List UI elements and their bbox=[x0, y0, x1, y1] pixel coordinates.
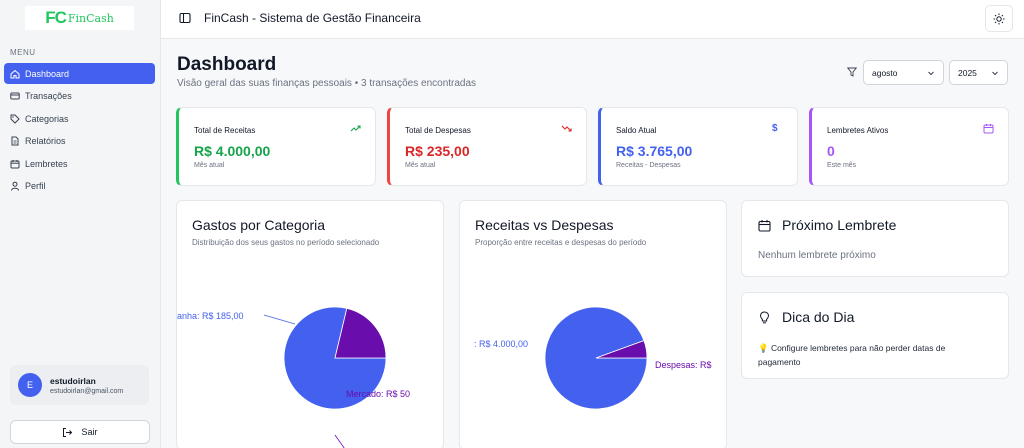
stat-subtitle: Mês atual bbox=[405, 162, 436, 169]
reminder-text: Nenhum lembrete próximo bbox=[758, 250, 876, 261]
tip-text: 💡 Configure lembretes para não perder da… bbox=[758, 343, 946, 367]
trending-up-icon bbox=[350, 125, 361, 132]
stat-card-despesas: Total de Despesas R$ 235,00 Mês atual bbox=[387, 107, 587, 186]
stat-title: Lembretes Ativos bbox=[827, 126, 889, 135]
income-expense-pie-chart: : R$ 4.000,00 Despesas: R$ bbox=[474, 306, 712, 410]
calendar-icon bbox=[758, 220, 771, 232]
card-title: Receitas vs Despesas bbox=[475, 217, 614, 233]
main-content: Dashboard Visão geral das suas finanças … bbox=[161, 39, 1024, 448]
pie-label-b: Despesas: R$ bbox=[655, 360, 712, 370]
filter-icon bbox=[847, 67, 857, 77]
pie-label-b: Mercado: R$ 50 bbox=[346, 389, 410, 399]
user-email: estudoirlan@gmail.com bbox=[50, 387, 124, 395]
sidebar-item-label: Categorias bbox=[25, 113, 69, 124]
sidebar-item-categorias[interactable]: Categorias bbox=[4, 108, 155, 129]
income-expense-chart-card: Receitas vs Despesas Proporção entre rec… bbox=[459, 200, 727, 448]
month-select-value: agosto bbox=[872, 67, 898, 78]
year-select[interactable]: 2025 bbox=[949, 60, 1008, 85]
theme-toggle-button[interactable] bbox=[985, 5, 1013, 32]
sidebar-nav: Dashboard Transações Categorias Relatóri… bbox=[4, 63, 155, 199]
stat-subtitle: Mês atual bbox=[194, 162, 225, 169]
user-name: estudoirlan bbox=[50, 375, 96, 386]
card-title: Gastos por Categoria bbox=[192, 217, 326, 233]
next-reminder-card: Próximo Lembrete Nenhum lembrete próximo bbox=[741, 200, 1009, 277]
card-subtitle: Proporção entre receitas e despesas do p… bbox=[475, 238, 647, 247]
chevron-down-icon bbox=[992, 71, 998, 75]
sidebar-item-perfil[interactable]: Perfil bbox=[4, 176, 155, 197]
stat-subtitle: Receitas - Despesas bbox=[616, 162, 681, 169]
stat-card-receitas: Total de Receitas R$ 4.000,00 Mês atual bbox=[176, 107, 376, 186]
user-icon bbox=[11, 182, 19, 192]
user-info: estudoirlan estudoirlan@gmail.com bbox=[50, 376, 123, 395]
top-header: FinCash - Sistema de Gestão Financeira bbox=[161, 0, 1024, 39]
calendar-icon bbox=[983, 124, 994, 134]
page-title: Dashboard bbox=[177, 54, 277, 75]
avatar: E bbox=[18, 373, 42, 397]
stat-card-saldo: Saldo Atual $ R$ 3.765,00 Receitas - Des… bbox=[598, 107, 798, 186]
year-select-value: 2025 bbox=[958, 67, 977, 78]
sidebar-item-lembretes[interactable]: Lembretes bbox=[4, 153, 155, 174]
sidebar-item-label: Relatórios bbox=[25, 136, 66, 147]
sidebar-item-label: Perfil bbox=[25, 181, 46, 192]
menu-label: MENU bbox=[10, 48, 36, 57]
user-card[interactable]: E estudoirlan estudoirlan@gmail.com bbox=[10, 365, 149, 405]
logout-label: Sair bbox=[81, 427, 98, 437]
stat-value: R$ 235,00 bbox=[405, 143, 470, 159]
stat-title: Total de Receitas bbox=[194, 126, 256, 135]
stat-subtitle: Este mês bbox=[827, 162, 857, 169]
sidebar-item-dashboard[interactable]: Dashboard bbox=[4, 63, 155, 84]
trending-down-icon bbox=[561, 125, 572, 132]
calendar-icon bbox=[10, 159, 20, 169]
card-title: Dica do Dia bbox=[782, 309, 855, 325]
credit-card-icon bbox=[10, 92, 20, 100]
dollar-icon: $ bbox=[772, 123, 778, 134]
sidebar-item-relatorios[interactable]: Relatórios bbox=[4, 131, 155, 152]
logout-icon bbox=[63, 427, 73, 437]
sidebar-item-label: Dashboard bbox=[25, 68, 70, 79]
sidebar-item-transacoes[interactable]: Transações bbox=[4, 86, 155, 107]
stat-card-lembretes: Lembretes Ativos 0 Este mês bbox=[809, 107, 1009, 186]
sidebar: FC FinCash MENU Dashboard Transações Cat… bbox=[0, 0, 161, 448]
stat-value: R$ 4.000,00 bbox=[194, 143, 271, 159]
tag-icon bbox=[10, 114, 20, 124]
pie-label-a: : R$ 4.000,00 bbox=[474, 339, 528, 349]
lightbulb-icon bbox=[759, 311, 770, 324]
stat-value: R$ 3.765,00 bbox=[616, 143, 693, 159]
logo-mark: FC bbox=[45, 8, 67, 27]
logout-button[interactable]: Sair bbox=[10, 420, 150, 444]
sidebar-toggle-icon[interactable] bbox=[179, 12, 191, 24]
card-subtitle: Distribuição dos seus gastos no período … bbox=[192, 238, 380, 247]
file-icon bbox=[11, 136, 19, 146]
sun-icon bbox=[993, 13, 1005, 24]
stat-value: 0 bbox=[827, 143, 835, 159]
brand-logo[interactable]: FC FinCash bbox=[25, 6, 134, 30]
logo-text: FinCash bbox=[67, 11, 114, 25]
tip-card: Dica do Dia 💡 Configure lembretes para n… bbox=[741, 292, 1009, 379]
category-chart-card: Gastos por Categoria Distribuição dos se… bbox=[176, 200, 444, 448]
stat-title: Total de Despesas bbox=[405, 126, 471, 135]
chevron-down-icon bbox=[928, 71, 934, 75]
stat-title: Saldo Atual bbox=[616, 126, 657, 135]
card-title: Próximo Lembrete bbox=[782, 217, 897, 233]
sidebar-item-label: Transações bbox=[25, 91, 72, 102]
sidebar-item-label: Lembretes bbox=[25, 158, 68, 169]
home-icon bbox=[10, 69, 20, 78]
app-title: FinCash - Sistema de Gestão Financeira bbox=[204, 11, 421, 25]
category-pie-chart: anha: R$ 185,00 Mercado: R$ 50 bbox=[177, 306, 410, 448]
pie-label-a: anha: R$ 185,00 bbox=[177, 311, 244, 321]
page-subtitle: Visão geral das suas finanças pessoais •… bbox=[177, 78, 477, 89]
month-select[interactable]: agosto bbox=[863, 60, 944, 85]
